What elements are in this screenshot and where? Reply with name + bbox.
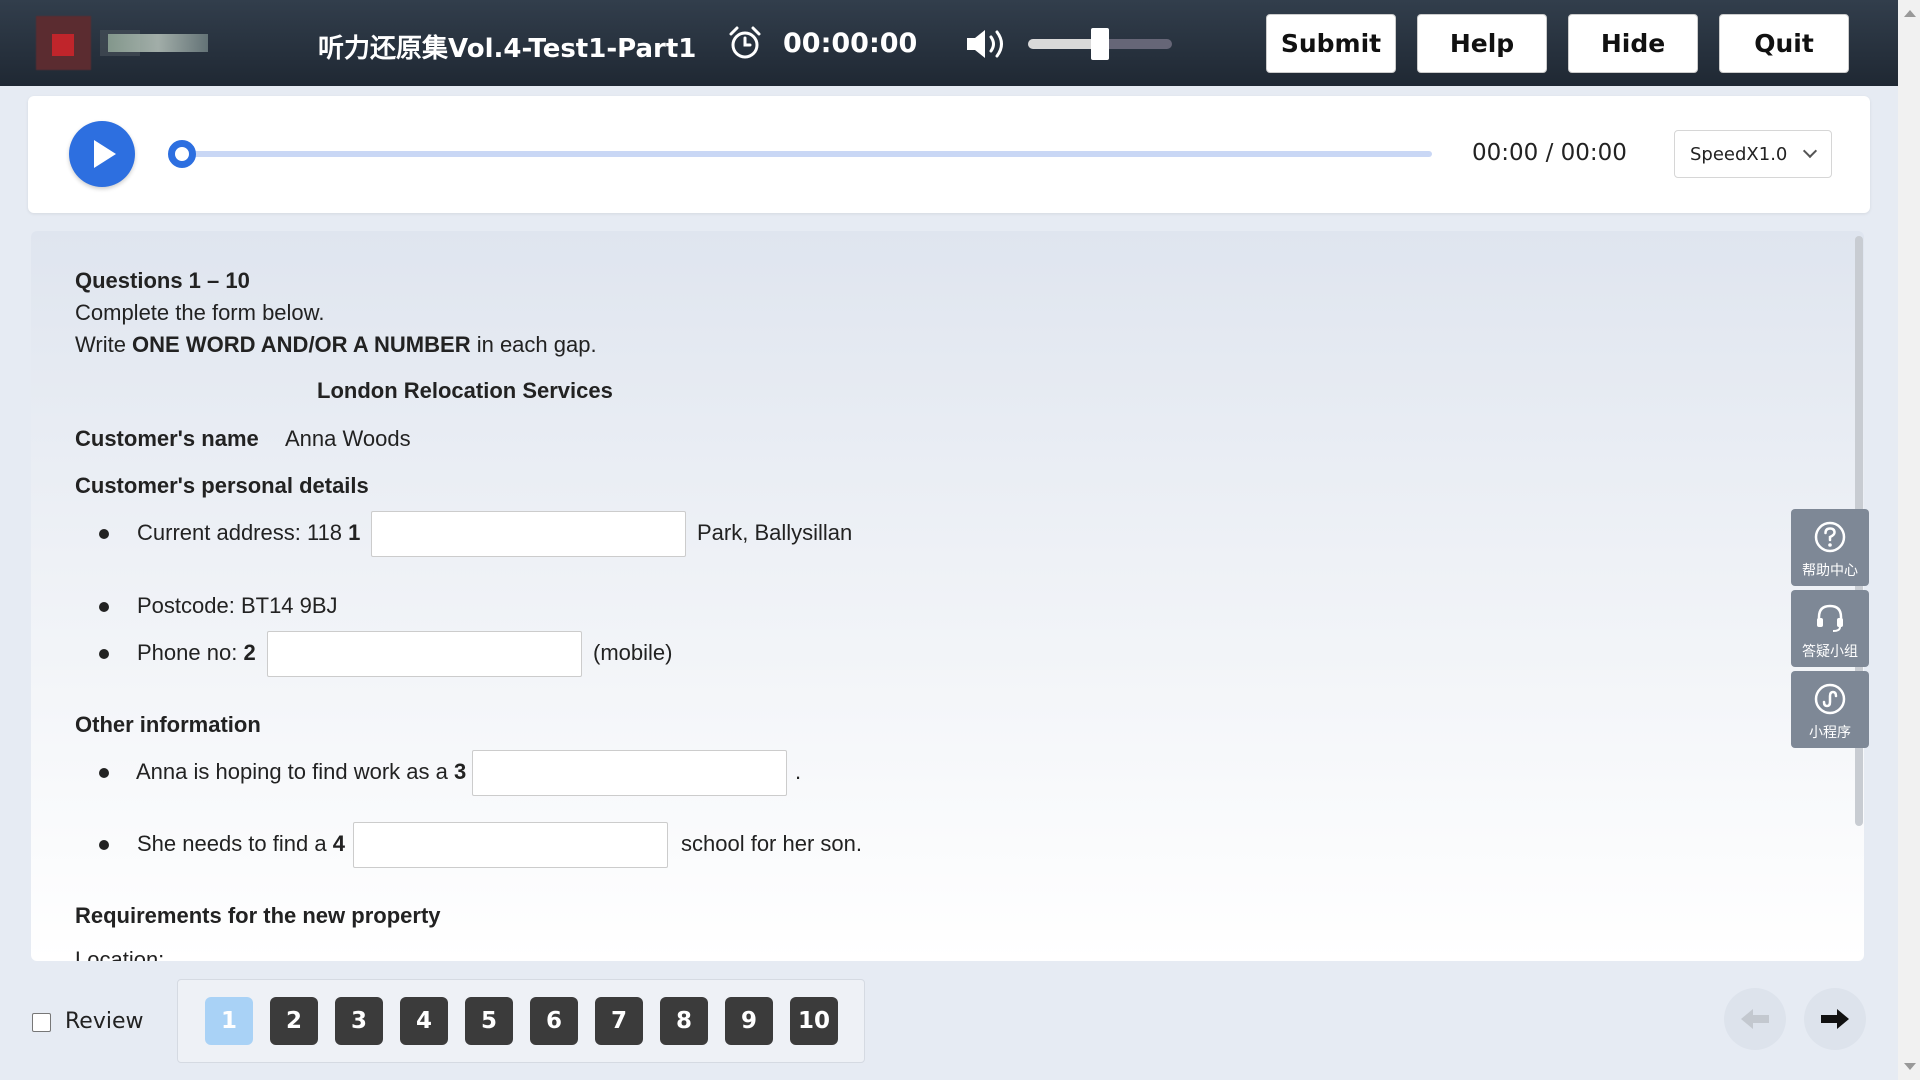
question-nav-9[interactable]: 9 [725, 997, 773, 1045]
scroll-down-icon[interactable] [1904, 1063, 1916, 1070]
gap-input-1[interactable] [371, 511, 686, 557]
exam-timer: 00:00:00 [783, 28, 918, 59]
item-work-suffix: . [795, 759, 802, 784]
item-school-suffix: school for her son. [681, 831, 862, 856]
next-question-button[interactable] [1804, 988, 1866, 1050]
help-button[interactable]: Help [1417, 14, 1547, 73]
top-bar: 听力还原集Vol.4-Test1-Part1 00:00:00 Submit H… [0, 0, 1898, 86]
bullet [99, 649, 109, 659]
chevron-down-icon [1802, 143, 1818, 159]
gap-input-4[interactable] [353, 822, 668, 868]
playback-speed-select[interactable]: SpeedX1.0 [1674, 130, 1832, 178]
bullet [99, 840, 109, 850]
arrow-left-icon [1741, 1009, 1769, 1029]
quit-button[interactable]: Quit [1719, 14, 1849, 73]
arrow-right-icon [1821, 1009, 1849, 1029]
help-center-label: 帮助中心 [1802, 563, 1858, 579]
question-nav-6[interactable]: 6 [530, 997, 578, 1045]
audio-progress-thumb[interactable] [168, 140, 196, 168]
gap-input-2[interactable] [267, 631, 582, 677]
hide-button[interactable]: Hide [1568, 14, 1698, 73]
question-content-panel[interactable]: Questions 1 – 10 Complete the form below… [31, 231, 1864, 961]
location-label: Location: [75, 947, 165, 961]
audio-player: 00:00 / 00:00 SpeedX1.0 [28, 96, 1870, 213]
item-school-label: She needs to find a 4 [137, 831, 345, 856]
question-nav-5[interactable]: 5 [465, 997, 513, 1045]
mini-program-icon [1814, 683, 1846, 715]
volume-slider[interactable] [1028, 28, 1172, 60]
personal-details-heading: Customer's personal details [75, 473, 369, 498]
question-nav-2[interactable]: 2 [270, 997, 318, 1045]
bullet [99, 768, 109, 778]
play-button[interactable] [69, 121, 135, 187]
volume-icon[interactable] [965, 26, 1009, 62]
help-center-widget[interactable]: 帮助中心 [1791, 509, 1869, 586]
question-nav-1[interactable]: 1 [205, 997, 253, 1045]
submit-button[interactable]: Submit [1266, 14, 1396, 73]
item-work-label: Anna is hoping to find work as a 3 [136, 759, 467, 784]
mini-program-widget[interactable]: 小程序 [1791, 671, 1869, 748]
item-phone-label: Phone no: 2 [137, 640, 256, 665]
bullet [99, 529, 109, 539]
other-info-heading: Other information [75, 712, 261, 737]
audio-progress-bar[interactable] [168, 140, 1432, 168]
form-title: London Relocation Services [317, 378, 613, 403]
item-postcode: Postcode: BT14 9BJ [137, 593, 338, 618]
bullet [99, 602, 109, 612]
question-circle-icon [1814, 521, 1846, 553]
play-icon [94, 140, 116, 168]
alarm-clock-icon [729, 26, 761, 59]
customer-name-value: Anna Woods [285, 426, 411, 451]
page-scrollbar[interactable] [1898, 0, 1920, 1080]
playback-speed-value: SpeedX1.0 [1690, 143, 1788, 165]
question-navigator: 1 2 3 4 5 6 7 8 9 10 [177, 979, 865, 1063]
customer-name-label: Customer's name [75, 426, 259, 451]
headset-icon [1817, 604, 1843, 632]
audio-time-readout: 00:00 / 00:00 [1472, 140, 1627, 166]
item-phone-suffix: (mobile) [593, 640, 673, 665]
brand-logo [36, 16, 208, 70]
review-checkbox[interactable] [32, 1013, 51, 1032]
question-nav-3[interactable]: 3 [335, 997, 383, 1045]
instruction-complete-form: Complete the form below. [75, 300, 325, 325]
question-nav-8[interactable]: 8 [660, 997, 708, 1045]
scroll-up-icon[interactable] [1904, 10, 1916, 17]
mini-program-label: 小程序 [1809, 725, 1851, 741]
instruction-word-limit: Write ONE WORD AND/OR A NUMBER in each g… [75, 332, 597, 357]
item-current-address-suffix: Park, Ballysillan [697, 520, 853, 545]
question-nav-4[interactable]: 4 [400, 997, 448, 1045]
previous-question-button[interactable] [1724, 988, 1786, 1050]
question-nav-10[interactable]: 10 [790, 997, 838, 1045]
qa-group-label: 答疑小组 [1802, 644, 1858, 660]
qa-group-widget[interactable]: 答疑小组 [1791, 590, 1869, 667]
volume-slider-fill [1028, 39, 1100, 49]
review-label: Review [65, 1009, 144, 1034]
test-title: 听力还原集Vol.4-Test1-Part1 [318, 34, 697, 64]
volume-slider-thumb[interactable] [1091, 28, 1109, 60]
questions-range-heading: Questions 1 – 10 [75, 268, 250, 293]
requirements-heading: Requirements for the new property [75, 903, 441, 928]
item-current-address-label: Current address: 118 1 [137, 520, 361, 545]
question-nav-7[interactable]: 7 [595, 997, 643, 1045]
gap-input-3[interactable] [472, 750, 787, 796]
